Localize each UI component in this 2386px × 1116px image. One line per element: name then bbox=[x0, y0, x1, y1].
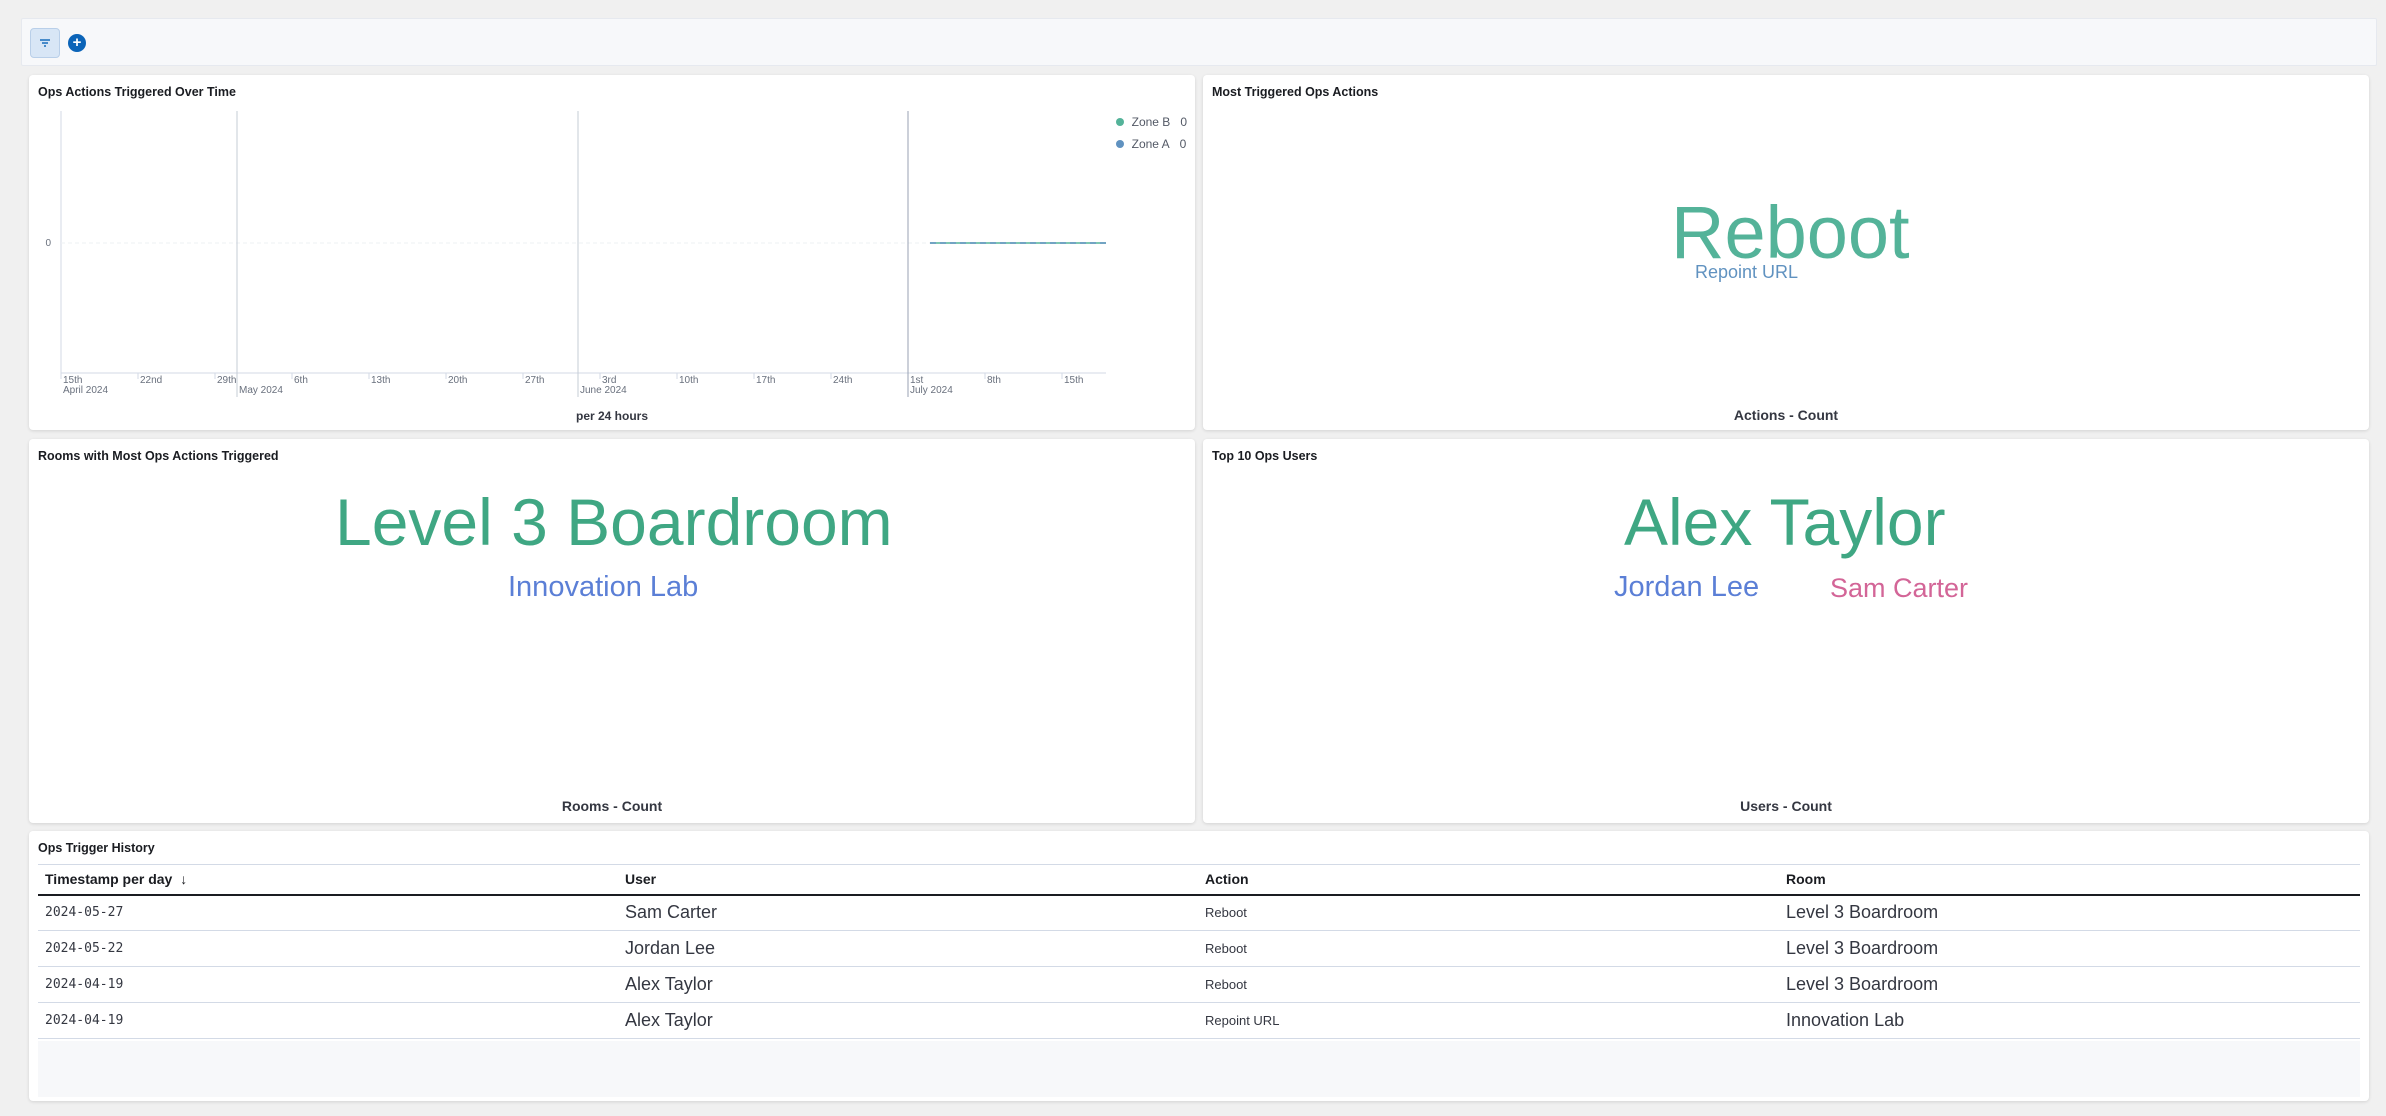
x-tick-label: 15th bbox=[1064, 375, 1083, 386]
column-label: Timestamp per day bbox=[45, 871, 173, 888]
x-tick-label: 20th bbox=[448, 375, 467, 386]
rooms-panel: Rooms with Most Ops Actions Triggered Le… bbox=[29, 439, 1195, 823]
month-label: July 2024 bbox=[910, 385, 953, 396]
panel-footer: Actions - Count bbox=[1733, 407, 1839, 423]
month-label: April 2024 bbox=[63, 385, 108, 396]
x-tick-label: 29th bbox=[217, 375, 236, 386]
cell-user: Sam Carter bbox=[618, 894, 1198, 931]
table-row: 2024-04-19 Alex Taylor Repoint URL Innov… bbox=[38, 1002, 2360, 1039]
legend-label: Zone A bbox=[1131, 137, 1170, 151]
y-tick-label: 0 bbox=[45, 238, 51, 249]
panel-title: Ops Trigger History bbox=[38, 841, 155, 855]
sort-descending-icon[interactable]: ↓ bbox=[180, 871, 187, 887]
cell-user: Alex Taylor bbox=[618, 1002, 1198, 1039]
x-axis-label: per 24 hours bbox=[575, 409, 649, 423]
x-tick-label: 22nd bbox=[140, 375, 162, 386]
word-level-3-boardroom[interactable]: Level 3 Boardroom bbox=[335, 489, 893, 555]
legend-value: 0 bbox=[1180, 115, 1187, 129]
column-header-action[interactable]: Action bbox=[1198, 864, 1779, 896]
column-header-timestamp[interactable]: Timestamp per day ↓ bbox=[38, 864, 618, 896]
word-alex-taylor[interactable]: Alex Taylor bbox=[1624, 489, 1946, 555]
dashboard-toolbar: + bbox=[21, 18, 2377, 66]
month-label: June 2024 bbox=[580, 385, 627, 396]
cell-timestamp: 2024-04-19 bbox=[38, 1002, 618, 1039]
legend-value: 0 bbox=[1179, 137, 1187, 151]
cell-timestamp: 2024-05-22 bbox=[38, 930, 618, 967]
x-tick-label: 10th bbox=[679, 375, 698, 386]
most-triggered-actions-panel: Most Triggered Ops Actions Reboot Repoin… bbox=[1203, 75, 2369, 430]
cell-user: Jordan Lee bbox=[618, 930, 1198, 967]
cell-action: Reboot bbox=[1198, 966, 1779, 1003]
x-tick-label: 17th bbox=[756, 375, 775, 386]
legend-dot-icon bbox=[1115, 118, 1124, 126]
cell-room: Level 3 Boardroom bbox=[1779, 966, 2360, 1003]
word-repoint-url[interactable]: Repoint URL bbox=[1695, 263, 1798, 281]
add-filter-button[interactable]: + bbox=[62, 28, 92, 58]
chart-legend: Zone B 0 Zone A 0 bbox=[1115, 111, 1187, 155]
column-header-room[interactable]: Room bbox=[1779, 864, 2360, 896]
panel-title: Rooms with Most Ops Actions Triggered bbox=[38, 449, 279, 463]
cell-action: Repoint URL bbox=[1198, 1002, 1779, 1039]
time-series-chart: 015th 22nd 29th 6th 13th 20th 27th 3rd 10th 17th 2… bbox=[45, 111, 1106, 397]
filter-icon bbox=[40, 39, 50, 47]
cell-timestamp: 2024-05-27 bbox=[38, 894, 618, 931]
panel-title: Most Triggered Ops Actions bbox=[1212, 85, 1379, 99]
x-tick-label: 8th bbox=[987, 375, 1001, 386]
panel-footer: Users - Count bbox=[1740, 798, 1832, 814]
word-innovation-lab[interactable]: Innovation Lab bbox=[508, 573, 698, 602]
cell-timestamp: 2024-04-19 bbox=[38, 966, 618, 1003]
x-tick-label: 24th bbox=[833, 375, 852, 386]
table-header-row: Timestamp per day ↓ User Action Room bbox=[38, 864, 2360, 896]
x-tick-label: 6th bbox=[294, 375, 308, 386]
column-header-user[interactable]: User bbox=[618, 864, 1198, 896]
cell-action: Reboot bbox=[1198, 930, 1779, 967]
table-row: 2024-05-22 Jordan Lee Reboot Level 3 Boa… bbox=[38, 930, 2360, 967]
table-empty-area bbox=[38, 1041, 2360, 1097]
legend-label: Zone B bbox=[1131, 115, 1171, 129]
plus-circle-icon: + bbox=[68, 34, 86, 52]
word-reboot[interactable]: Reboot bbox=[1671, 196, 1910, 270]
panel-title: Top 10 Ops Users bbox=[1212, 449, 1318, 463]
filter-button[interactable] bbox=[30, 28, 60, 58]
cell-user: Alex Taylor bbox=[618, 966, 1198, 1003]
month-label: May 2024 bbox=[239, 385, 283, 396]
top-ops-users-panel: Top 10 Ops Users Alex Taylor Jordan Lee … bbox=[1203, 439, 2369, 823]
x-tick-label: 27th bbox=[525, 375, 544, 386]
table-row: 2024-05-27 Sam Carter Reboot Level 3 Boa… bbox=[38, 894, 2360, 931]
cell-room: Level 3 Boardroom bbox=[1779, 930, 2360, 967]
table-row: 2024-04-19 Alex Taylor Reboot Level 3 Bo… bbox=[38, 966, 2360, 1003]
legend-item-zone-b[interactable]: Zone B 0 bbox=[1115, 111, 1187, 133]
legend-dot-icon bbox=[1115, 140, 1124, 148]
cell-room: Level 3 Boardroom bbox=[1779, 894, 2360, 931]
legend-item-zone-a[interactable]: Zone A 0 bbox=[1115, 133, 1187, 155]
ops-trigger-history-panel: Ops Trigger History Timestamp per day ↓ … bbox=[29, 831, 2369, 1101]
word-sam-carter[interactable]: Sam Carter bbox=[1830, 575, 1968, 602]
word-jordan-lee[interactable]: Jordan Lee bbox=[1614, 573, 1759, 602]
ops-actions-over-time-panel: Ops Actions Triggered Over Time 0 15th 22n… bbox=[29, 75, 1195, 430]
x-tick-label: 13th bbox=[371, 375, 390, 386]
history-table: Timestamp per day ↓ User Action Room 202… bbox=[38, 864, 2360, 1039]
cell-action: Reboot bbox=[1198, 894, 1779, 931]
cell-room: Innovation Lab bbox=[1779, 1002, 2360, 1039]
panel-footer: Rooms - Count bbox=[561, 798, 663, 814]
